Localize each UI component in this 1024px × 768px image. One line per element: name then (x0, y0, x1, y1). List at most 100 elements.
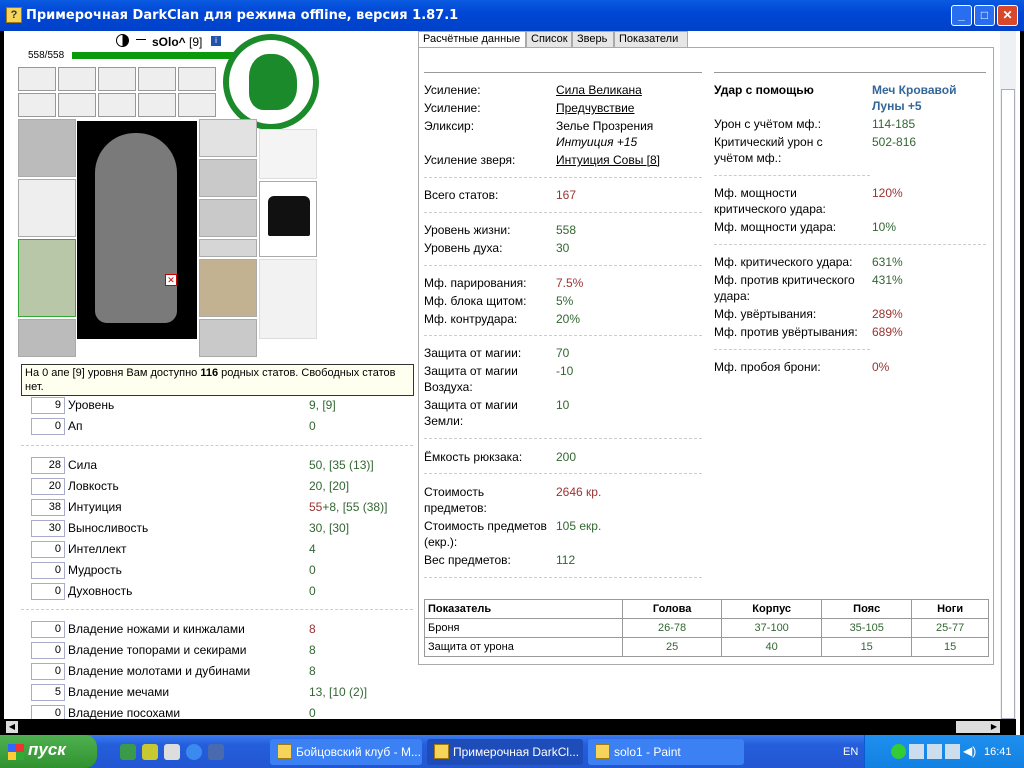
stat-input[interactable]: 0 (31, 541, 65, 558)
start-button[interactable]: пуск (0, 735, 97, 768)
volume-icon[interactable]: ◀) (963, 744, 978, 759)
block-value: 5% (556, 294, 574, 308)
clock[interactable]: 16:41 (984, 746, 1012, 758)
dmg-label: Урон с учётом мф.: (714, 117, 822, 131)
tshirt-icon (268, 196, 310, 236)
clan-dash (136, 39, 146, 40)
belt-slot[interactable] (58, 93, 96, 117)
vertical-scrollbar[interactable] (1000, 31, 1016, 719)
dodge-label: Мф. увёртывания: (714, 307, 817, 321)
rings-item[interactable] (199, 239, 257, 257)
app-quicklaunch-icon[interactable] (142, 744, 158, 760)
shirt-item[interactable] (259, 181, 317, 257)
stat-value: 30, [30] (309, 521, 349, 535)
stat-input[interactable]: 0 (31, 583, 65, 600)
stat-value: 20, [20] (309, 479, 349, 493)
tray-network-icon[interactable] (945, 744, 960, 759)
stat-value-main: 55 (309, 500, 323, 514)
belt-slot[interactable] (138, 93, 176, 117)
stat-value-main: 20, [20] (309, 479, 350, 493)
sword-item[interactable] (18, 179, 76, 237)
maximize-button[interactable]: □ (974, 5, 995, 26)
task-darkclan[interactable]: Примерочная DarkCl... (427, 739, 583, 765)
belt-slot[interactable] (98, 93, 136, 117)
buff-link[interactable]: Предчувствие (556, 101, 634, 116)
stat-input[interactable]: 0 (31, 562, 65, 579)
bracers-item[interactable] (199, 199, 257, 237)
horizontal-scrollbar[interactable]: ◀ ▶ (4, 719, 1016, 735)
belt-slot[interactable] (18, 67, 56, 91)
scroll-left-arrow[interactable]: ◀ (6, 721, 18, 733)
stat-label: Ловкость (68, 479, 119, 493)
stat-input[interactable]: 5 (31, 684, 65, 701)
belt-slot[interactable] (138, 67, 176, 91)
buff-link[interactable]: Сила Великана (556, 83, 642, 98)
language-indicator[interactable]: EN (843, 746, 858, 758)
stat-input[interactable]: 0 (31, 663, 65, 680)
tray-network-icon[interactable] (927, 744, 942, 759)
stat-label: Интеллект (68, 542, 127, 556)
table-cell: 35-105 (821, 618, 913, 638)
close-button[interactable]: ✕ (997, 5, 1018, 26)
tab-list[interactable]: Список (526, 31, 572, 48)
ie-icon[interactable] (186, 744, 202, 760)
info-icon[interactable]: i (211, 36, 221, 46)
paint-icon (595, 744, 610, 759)
ring-slot[interactable] (259, 129, 317, 179)
remove-icon[interactable]: ✕ (165, 274, 177, 286)
cloak-slot[interactable] (259, 259, 317, 339)
scroll-thumb[interactable] (1001, 89, 1015, 719)
task-paint[interactable]: solo1 - Paint (588, 739, 744, 765)
divider (424, 265, 702, 266)
divider (424, 577, 702, 578)
crit-dmg-label: Критический урон с (714, 135, 823, 149)
scroll-right-arrow[interactable]: ▶ (988, 721, 1000, 733)
earrings-item[interactable] (199, 119, 257, 157)
armor-item[interactable] (18, 239, 76, 317)
total-stats-value: 167 (556, 188, 577, 202)
belt-slot[interactable] (98, 67, 136, 91)
table-row: Защита от урона 25 40 15 15 (424, 637, 989, 657)
boots-item[interactable] (199, 319, 257, 357)
belt-slot[interactable] (58, 67, 96, 91)
stat-label: Ап (68, 419, 83, 433)
stat-input[interactable]: 0 (31, 642, 65, 659)
divider (424, 177, 702, 178)
belt-slot[interactable] (18, 93, 56, 117)
belt-slot[interactable] (178, 93, 216, 117)
total-stats-label: Всего статов: (424, 188, 499, 202)
pet-buff-link[interactable]: Интуиция Совы [8] (556, 153, 660, 168)
helmet-item[interactable] (18, 119, 76, 177)
task-fightclub[interactable]: Бойцовский клуб - M... (270, 739, 422, 765)
network-icon[interactable] (120, 744, 136, 760)
stat-value: 0 (309, 563, 316, 577)
stat-input[interactable]: 30 (31, 520, 65, 537)
tray-app-icon[interactable] (891, 744, 906, 759)
stat-label: Интуиция (68, 500, 122, 514)
tray-network-icon[interactable] (909, 744, 924, 759)
belt-slot[interactable] (178, 67, 216, 91)
weapon-name-2: Луны +5 (872, 99, 922, 113)
stat-input[interactable]: 9 (31, 397, 65, 414)
stat-input[interactable]: 20 (31, 478, 65, 495)
minimize-button[interactable]: _ (951, 5, 972, 26)
elixir-label: Эликсир: (424, 119, 475, 133)
belt-item[interactable] (18, 319, 76, 357)
ecost-label-2: (екр.): (424, 535, 458, 549)
tab-pet[interactable]: Зверь (572, 31, 614, 48)
elixir-effect: Интуиция +15 (556, 135, 638, 149)
stat-value: 0 (309, 419, 316, 433)
stat-input[interactable]: 28 (31, 457, 65, 474)
tab-calculated[interactable]: Расчётные данные (418, 31, 526, 48)
shield-item[interactable] (199, 259, 257, 317)
stat-input[interactable]: 38 (31, 499, 65, 516)
stat-input[interactable]: 0 (31, 418, 65, 435)
desktop-icon[interactable] (208, 744, 224, 760)
tab-indicators[interactable]: Показатели (614, 31, 688, 48)
media-icon[interactable] (164, 744, 180, 760)
stat-input[interactable]: 0 (31, 621, 65, 638)
hscroll-thumb[interactable] (956, 721, 988, 733)
task-icon (434, 744, 449, 759)
crit-dmg-label-2: учётом мф.: (714, 151, 782, 165)
gloves-item[interactable] (199, 159, 257, 197)
